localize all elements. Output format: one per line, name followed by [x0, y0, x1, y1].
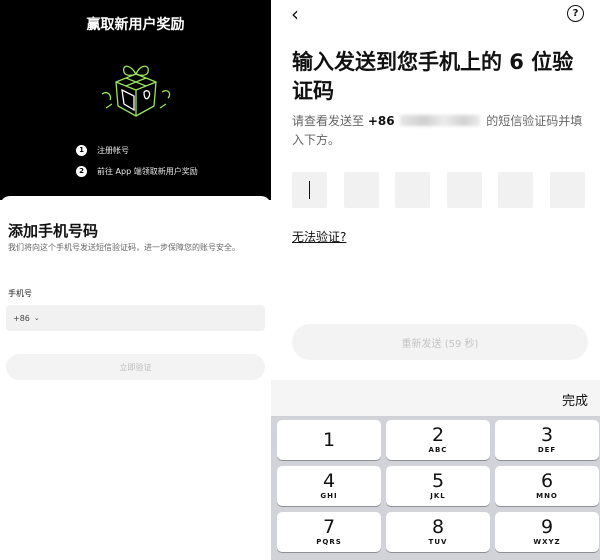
new-user-promo-banner: 赢取新用户奖励 1 注册帐号 2 前往 App 端领取新用户奖励 [0, 0, 271, 200]
add-phone-sheet: 添加手机号码 我们将向这个手机号发送短信验证码，进一步保障您的账号安全。 手机号… [0, 196, 271, 560]
key-2[interactable]: 2 ABC [386, 420, 490, 460]
phone-input[interactable] [45, 305, 265, 331]
chevron-down-icon[interactable]: ⌄ [34, 314, 40, 322]
verification-heading: 输入发送到您手机上的 6 位验证码 [292, 50, 574, 103]
code-box-5[interactable] [498, 172, 533, 208]
sheet-title: 添加手机号码 [8, 222, 99, 240]
code-box-2[interactable] [343, 172, 379, 208]
promo-title: 赢取新用户奖励 [86, 17, 185, 33]
step-number-2: 2 [76, 165, 87, 177]
promo-step-1: 1 注册帐号 [76, 143, 129, 157]
verify-now-button[interactable]: 立即验证 [6, 354, 265, 380]
step-number-1: 1 [76, 144, 87, 156]
resend-code-button[interactable]: 重新发送 (59 秒) [292, 324, 588, 360]
verification-panel: ‹ ? 输入发送到您手机上的 6 位验证码 请查看发送至 +86 的短信验证码并… [271, 0, 600, 560]
subtext-country-code: +86 [367, 114, 395, 128]
keyboard-toolbar: 完成 [271, 380, 600, 417]
code-box-4[interactable] [446, 172, 482, 208]
blurred-phone-number [400, 115, 481, 126]
signup-panel: 赢取新用户奖励 1 注册帐号 2 前往 App 端领取新用户奖励 添加手机号码 … [0, 0, 271, 560]
step-text-2: 前往 App 端领取新用户奖励 [97, 166, 198, 176]
promo-step-2: 2 前往 App 端领取新用户奖励 [76, 164, 198, 178]
key-5[interactable]: 5 JKL [386, 466, 490, 506]
phone-label: 手机号 [8, 289, 32, 298]
phone-field: +86 ⌄ [6, 305, 265, 331]
subtext-prefix: 请查看发送至 [292, 114, 365, 128]
back-chevron-icon[interactable]: ‹ [291, 2, 299, 26]
question-circle-icon[interactable]: ? [567, 5, 584, 22]
code-box-1[interactable] [292, 172, 327, 208]
code-input-row [292, 172, 585, 208]
key-3[interactable]: 3 DEF [495, 420, 599, 460]
step-text-1: 注册帐号 [97, 145, 129, 155]
cant-verify-link[interactable]: 无法验证? [292, 228, 346, 245]
code-box-3[interactable] [395, 172, 430, 208]
sheet-description: 我们将向这个手机号发送短信验证码，进一步保障您的账号安全。 [8, 243, 240, 252]
key-9[interactable]: 9 WXYZ [495, 512, 599, 552]
text-caret [308, 181, 311, 199]
verification-subtext: 请查看发送至 +86 的短信验证码并填入下方。 [292, 112, 592, 150]
numeric-keyboard: 完成 1 2 ABC 3 DEF 4 GHI 5 JKL 6 MNO 7 PQR… [271, 380, 600, 560]
key-1[interactable]: 1 [277, 420, 381, 460]
key-4[interactable]: 4 GHI [277, 466, 381, 506]
gift-box-icon [101, 65, 171, 117]
keyboard-done-button[interactable]: 完成 [562, 390, 588, 409]
key-6[interactable]: 6 MNO [495, 466, 599, 506]
key-8[interactable]: 8 TUV [386, 512, 490, 552]
key-7[interactable]: 7 PQRS [277, 512, 381, 552]
country-code-selector[interactable]: +86 [13, 314, 30, 323]
code-box-6[interactable] [549, 172, 585, 208]
